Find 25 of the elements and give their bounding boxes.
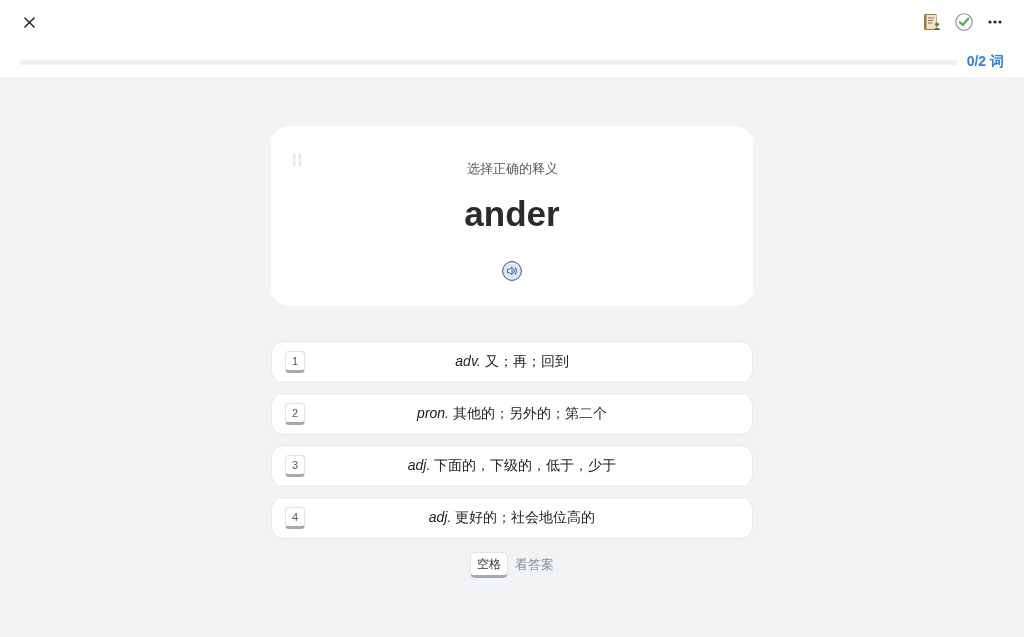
definition-text: adv. 又；再；回到 [455,353,569,371]
notebook-button[interactable] [923,13,941,31]
check-circle-icon [955,13,973,31]
key-hint: 4 [285,507,305,529]
answer-option[interactable]: 3 adj. 下面的，下级的，低于，少于 [271,445,753,487]
notebook-icon [923,13,941,31]
definition-text: adj. 下面的，下级的，低于，少于 [407,457,617,475]
progress-count: 0/2 词 [966,53,1004,71]
prompt-text: 选择正确的释义 [466,160,558,178]
key-hint: 2 [285,403,305,425]
key-hint: 1 [285,351,305,373]
answer-option[interactable]: 1 adv. 又；再；回到 [271,341,753,383]
answer-option[interactable]: 4 adj. 更好的；社会地位高的 [271,497,753,539]
key-hint: 3 [285,455,305,477]
answer-option[interactable]: 2 pron. 其他的；另外的；第二个 [271,393,753,435]
space-key-hint: 空格 [470,552,508,578]
pronunciation-button[interactable] [502,261,522,281]
close-icon [24,16,35,28]
speaker-icon [502,261,522,281]
more-icon [988,20,1002,24]
definition-text: adj. 更好的；社会地位高的 [428,509,596,527]
word-text: ander [464,194,560,234]
definition-text: pron. 其他的；另外的；第二个 [417,405,607,423]
check-button[interactable] [955,13,973,31]
more-button[interactable] [987,20,1004,24]
